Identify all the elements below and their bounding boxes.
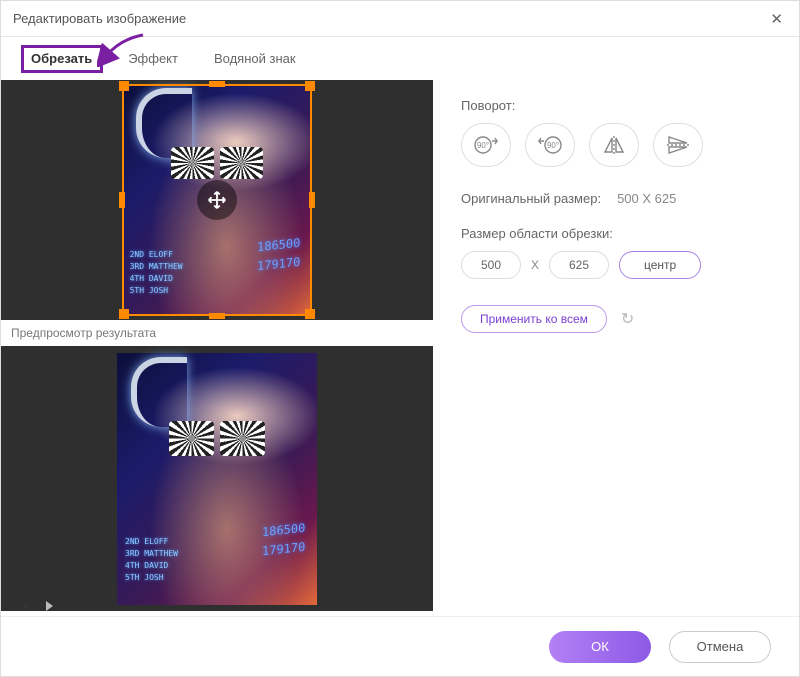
apply-all-button[interactable]: Применить ко всем	[461, 305, 607, 333]
left-panel: 2ND ELOFF 3RD MATTHEW 4TH DAVID 5TH JOSH…	[1, 80, 433, 616]
crop-handle-b[interactable]	[209, 313, 225, 319]
tab-watermark[interactable]: Водяной знак	[206, 47, 304, 70]
crop-area-label: Размер области обрезки:	[461, 226, 769, 241]
original-size-row: Оригинальный размер: 500 X 625	[461, 191, 769, 206]
decorative-neon	[131, 357, 187, 427]
crop-size-row: X центр	[461, 251, 769, 279]
crop-handle-tl[interactable]	[119, 81, 129, 91]
rotate-toolbar: 90° 90°	[461, 123, 769, 167]
titlebar: Редактировать изображение ✕	[1, 1, 799, 37]
close-icon[interactable]: ✕	[766, 10, 787, 28]
rotate-cw-button[interactable]: 90°	[461, 123, 511, 167]
dialog-title: Редактировать изображение	[13, 11, 186, 26]
crop-handle-bl[interactable]	[119, 309, 129, 319]
cancel-button[interactable]: Отмена	[669, 631, 771, 663]
right-panel: Поворот: 90° 90°	[433, 80, 799, 616]
crop-handle-tr[interactable]	[305, 81, 315, 91]
flip-horizontal-button[interactable]	[589, 123, 639, 167]
crop-width-input[interactable]	[461, 251, 521, 279]
rotate-ccw-button[interactable]: 90°	[525, 123, 575, 167]
prev-image-icon[interactable]	[13, 596, 33, 616]
svg-text:90°: 90°	[547, 141, 559, 150]
dialog-footer: ОК Отмена	[1, 616, 799, 676]
preview-stage: 2ND ELOFF 3RD MATTHEW 4TH DAVID 5TH JOSH…	[1, 346, 433, 611]
decorative-text: 2ND ELOFF 3RD MATTHEW 4TH DAVID 5TH JOSH	[125, 536, 178, 584]
reset-icon[interactable]: ↻	[621, 309, 634, 329]
preview-label: Предпросмотр результата	[1, 320, 433, 346]
preview-image: 2ND ELOFF 3RD MATTHEW 4TH DAVID 5TH JOSH…	[117, 353, 317, 605]
tab-crop[interactable]: Обрезать	[23, 47, 100, 70]
crop-handle-br[interactable]	[305, 309, 315, 319]
svg-text:90°: 90°	[477, 141, 489, 150]
crop-handle-t[interactable]	[209, 81, 225, 87]
flip-vertical-button[interactable]	[653, 123, 703, 167]
image-nav	[13, 596, 61, 616]
original-size-value: 500 X 625	[617, 191, 676, 206]
edit-image-dialog: Редактировать изображение ✕ Обрезать Эфф…	[0, 0, 800, 677]
original-size-label: Оригинальный размер:	[461, 191, 601, 206]
tabs-bar: Обрезать Эффект Водяной знак	[1, 37, 799, 80]
crop-handle-l[interactable]	[119, 192, 125, 208]
rotate-label: Поворот:	[461, 98, 769, 113]
crop-height-input[interactable]	[549, 251, 609, 279]
dialog-content: 2ND ELOFF 3RD MATTHEW 4TH DAVID 5TH JOSH…	[1, 80, 799, 616]
move-icon[interactable]	[197, 180, 237, 220]
decorative-glasses	[169, 421, 265, 456]
x-separator: X	[531, 258, 539, 272]
tab-effect[interactable]: Эффект	[120, 47, 186, 70]
source-image[interactable]: 2ND ELOFF 3RD MATTHEW 4TH DAVID 5TH JOSH…	[122, 84, 312, 316]
center-button[interactable]: центр	[619, 251, 701, 279]
apply-row: Применить ко всем ↻	[461, 305, 769, 333]
decorative-numbers: 186500 179170	[262, 518, 305, 561]
crop-stage[interactable]: 2ND ELOFF 3RD MATTHEW 4TH DAVID 5TH JOSH…	[1, 80, 433, 320]
crop-handle-r[interactable]	[309, 192, 315, 208]
ok-button[interactable]: ОК	[549, 631, 651, 663]
next-image-icon[interactable]	[41, 596, 61, 616]
